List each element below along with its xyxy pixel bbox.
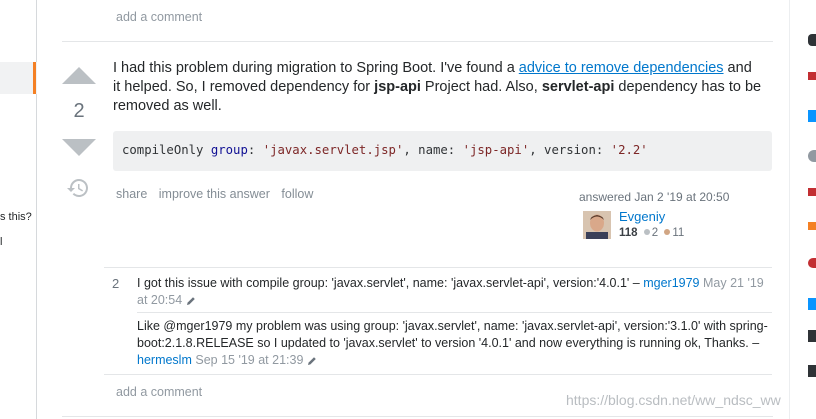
sidebar-active-indicator (33, 62, 36, 94)
sidebar-edge-icon (808, 258, 816, 268)
answer-body: I had this problem during migration to S… (113, 59, 763, 116)
user-info-card: answered Jan 2 '19 at 20:50 Evgeniy 118 … (579, 190, 759, 239)
share-link[interactable]: share (116, 187, 147, 201)
bronze-badge-icon (664, 229, 671, 236)
answer-text: I had this problem during migration to S… (113, 60, 519, 76)
comment-user-link[interactable]: hermeslm (137, 353, 192, 367)
comment-user-link[interactable]: mger1979 (643, 276, 699, 290)
servlet-api-bold: servlet-api (541, 79, 615, 95)
reputation-score: 118 (619, 227, 638, 239)
silver-badge-count: 2 (651, 227, 659, 239)
sidebar-edge-icon (808, 298, 816, 310)
history-icon[interactable] (66, 176, 90, 200)
remove-dependencies-link[interactable]: advice to remove dependencies (519, 60, 724, 76)
answered-timestamp: answered Jan 2 '19 at 20:50 (579, 190, 730, 204)
comment-date[interactable]: Sep 15 '19 at 21:39 (195, 353, 303, 367)
bronze-badge-count: 11 (672, 227, 685, 239)
sidebar-active-item[interactable] (0, 62, 37, 94)
avatar[interactable] (583, 211, 611, 239)
sidebar-partial-text: s this? (0, 211, 32, 223)
silver-badge-icon (643, 229, 650, 236)
sidebar-edge-icon (808, 330, 816, 342)
code-line: compileOnly group: 'javax.servlet.jsp', … (122, 143, 648, 157)
post-menu: share improve this answer follow (116, 187, 321, 201)
comment-divider (137, 312, 772, 313)
sidebar-edge-icon (808, 72, 816, 80)
code-block: compileOnly group: 'javax.servlet.jsp', … (113, 131, 772, 171)
improve-answer-link[interactable]: improve this answer (159, 187, 270, 201)
comment-2: Like @mger1979 my problem was using grou… (137, 318, 772, 369)
vote-count: 2 (73, 100, 85, 122)
comment-score: 2 (112, 276, 120, 291)
add-comment-link-top[interactable]: add a comment (116, 10, 202, 24)
answer-divider (62, 41, 773, 42)
user-reputation: 118 2 11 (619, 227, 684, 239)
answer-text: Project had. Also, (420, 79, 542, 95)
edit-pencil-icon[interactable] (186, 296, 196, 306)
comment-1: I got this issue with compile group: 'ja… (137, 275, 777, 309)
upvote-arrow-icon[interactable] (62, 67, 96, 84)
right-sidebar-border (789, 0, 790, 419)
sidebar-edge-icon (808, 110, 816, 122)
comment-text: Like @mger1979 my problem was using grou… (137, 319, 768, 350)
next-answer-divider (62, 416, 773, 417)
sidebar-edge-icon (808, 188, 816, 196)
edit-pencil-icon[interactable] (307, 356, 317, 366)
watermark: https://blog.csdn.net/ww_ndsc_ww (566, 392, 781, 408)
sidebar-partial-text-2: l (0, 236, 3, 248)
comments-divider (104, 267, 772, 268)
sidebar-edge-icon (808, 222, 816, 230)
comment-text: I got this issue with compile group: 'ja… (137, 276, 644, 290)
comments-bottom-divider (104, 374, 772, 375)
downvote-arrow-icon[interactable] (62, 139, 96, 156)
sidebar-edge-icon (808, 150, 816, 162)
follow-link[interactable]: follow (281, 187, 313, 201)
add-comment-link-bottom[interactable]: add a comment (116, 385, 202, 399)
sidebar-edge-icon (808, 365, 816, 377)
jsp-api-bold: jsp-api (374, 79, 421, 95)
sidebar-edge-icon (808, 34, 816, 46)
user-name-link[interactable]: Evgeniy (619, 209, 665, 224)
